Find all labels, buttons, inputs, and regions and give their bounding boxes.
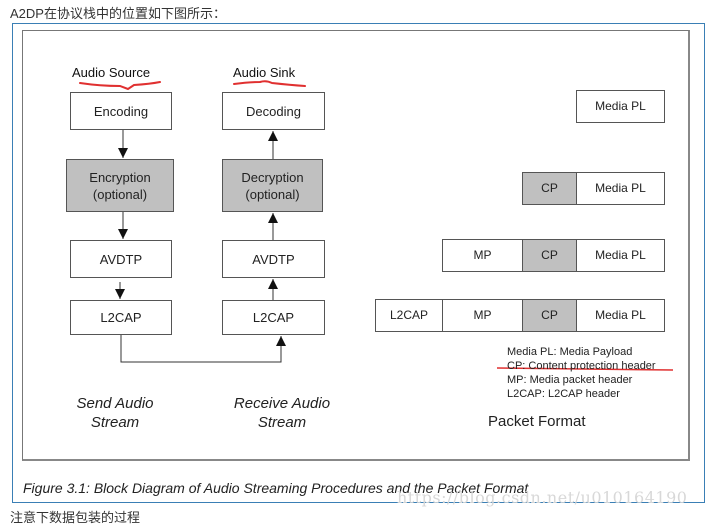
packet-cell-mp: MP xyxy=(442,239,523,272)
arrowhead-encryption xyxy=(118,148,128,158)
packet-cell-media-pl: Media PL xyxy=(576,299,665,332)
packet-cell-cp: CP xyxy=(522,239,577,272)
packet-cell-mp: MP xyxy=(442,299,523,332)
arrowhead-decoding xyxy=(268,131,278,141)
legend-item: L2CAP: L2CAP header xyxy=(507,388,620,400)
packet-cell-media-pl: Media PL xyxy=(576,172,665,205)
legend-item: CP: Content protection header xyxy=(507,360,656,372)
arrowhead-decryption xyxy=(268,213,278,223)
packet-cell-l2cap: L2CAP xyxy=(375,299,443,332)
red-underline-audio-source xyxy=(79,81,161,91)
packet-legend: Media PL: Media Payload CP: Content prot… xyxy=(507,345,656,401)
arrowhead-l2cap-send xyxy=(115,289,125,299)
packet-cell-cp: CP xyxy=(522,299,577,332)
packet-cell-cp: CP xyxy=(522,172,577,205)
packet-cell-media-pl: Media PL xyxy=(576,239,665,272)
arrowhead-avdtp-send xyxy=(118,229,128,239)
packet-cell-media-pl: Media PL xyxy=(576,90,665,123)
watermark: https://blog.csdn.net/u010164190 xyxy=(397,488,688,507)
arrowhead-avdtp-receive xyxy=(268,279,278,289)
red-underline-audio-sink xyxy=(233,80,306,87)
receive-audio-stream-label: Receive Audio Stream xyxy=(218,394,346,432)
receive-footer-line2: Stream xyxy=(257,414,307,431)
link-l2cap-send-to-receive xyxy=(120,335,282,363)
legend-item: MP: Media packet header xyxy=(507,374,633,386)
send-footer-line2: Stream xyxy=(90,414,140,431)
receive-footer-line1: Receive Audio xyxy=(233,395,331,412)
packet-format-title: Packet Format xyxy=(488,413,586,430)
arrowhead-l2cap-receive xyxy=(276,336,286,346)
send-audio-stream-label: Send Audio Stream xyxy=(55,394,175,432)
send-footer-line1: Send Audio xyxy=(76,395,154,412)
legend-item: Media PL: Media Payload xyxy=(507,346,633,358)
outro-text: 注意下数据包装的过程 xyxy=(10,510,141,525)
